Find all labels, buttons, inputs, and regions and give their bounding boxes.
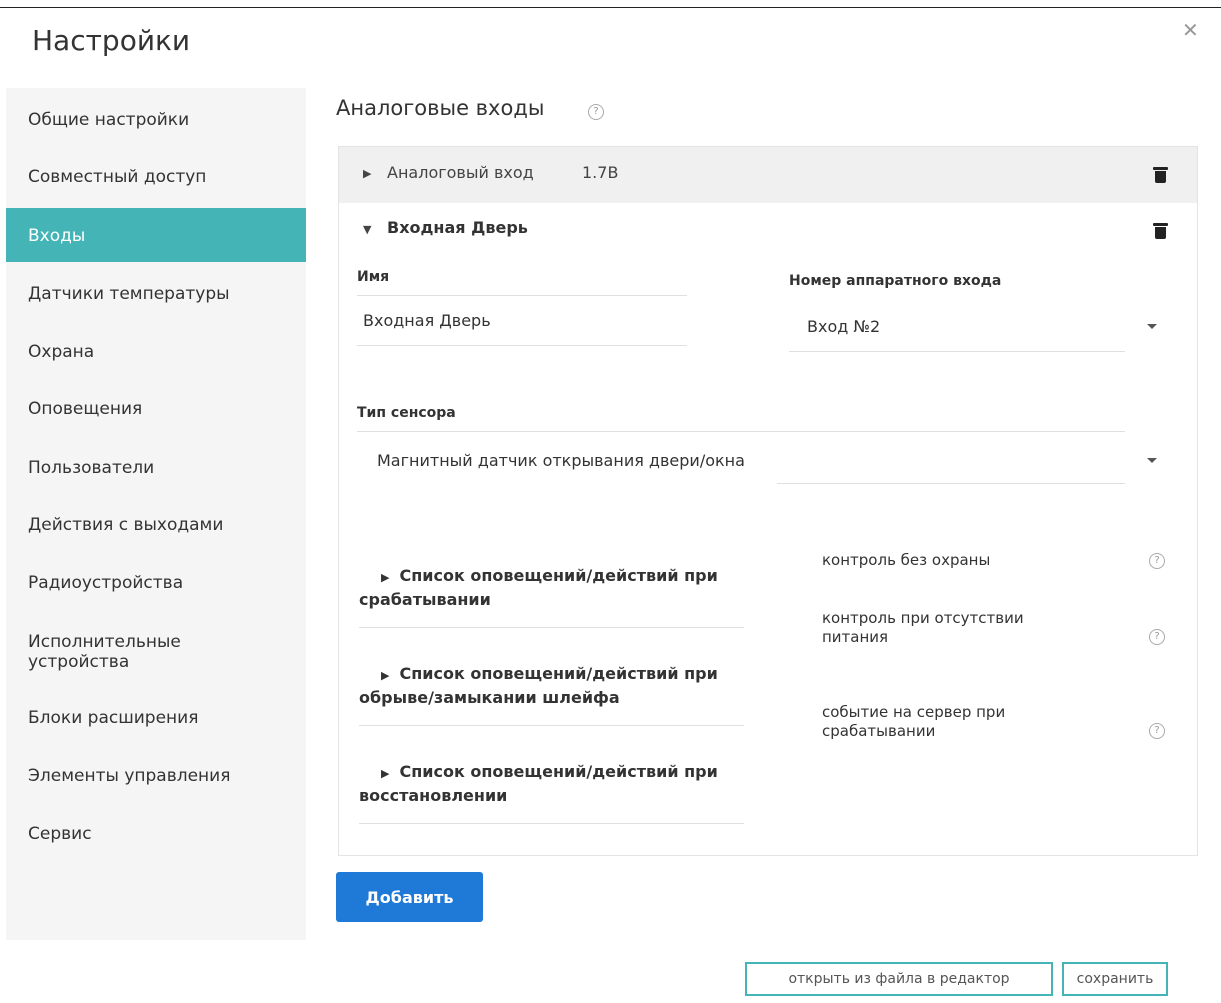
sidebar-item-label: Оповещения	[28, 399, 143, 419]
accordion-divider	[359, 725, 744, 726]
sidebar-item-security[interactable]: Охрана	[6, 324, 306, 378]
accordion-label: Список оповещений/действий при обрыве/за…	[359, 664, 718, 707]
chevron-down-icon[interactable]	[1147, 324, 1157, 329]
sidebar-item-radio-devices[interactable]: Радиоустройства	[6, 555, 306, 609]
sidebar-item-label: Охрана	[28, 342, 95, 362]
close-icon[interactable]: ✕	[1182, 18, 1199, 42]
top-border	[0, 7, 1221, 8]
sidebar-item-label: Действия с выходами	[28, 515, 224, 535]
section-title: Аналоговые входы	[336, 96, 545, 120]
accordion-on-restore[interactable]: ▶ Список оповещений/действий при восстано…	[359, 761, 744, 807]
sensor-field-top-line	[357, 431, 1125, 432]
caret-right-icon: ▶	[381, 571, 390, 584]
sidebar-item-expansion-blocks[interactable]: Блоки расширения	[6, 690, 306, 744]
sidebar-item-controls[interactable]: Элементы управления	[6, 748, 306, 802]
sidebar-item-label: Исполнительные устройства	[28, 632, 181, 672]
name-field-underline	[357, 345, 687, 346]
hw-input-label: Номер аппаратного входа	[789, 273, 1002, 289]
accordion-label: Список оповещений/действий при восстанов…	[359, 762, 718, 805]
sidebar-item-label: Радиоустройства	[28, 573, 184, 593]
accordion-on-break[interactable]: ▶ Список оповещений/действий при обрыве/з…	[359, 663, 744, 709]
input-name-expanded[interactable]: Входная Дверь	[387, 218, 528, 237]
save-button[interactable]: сохранить	[1062, 962, 1168, 996]
sidebar-item-label: Датчики температуры	[28, 284, 230, 304]
input-value: 1.7В	[582, 163, 619, 182]
accordion-divider	[359, 627, 744, 628]
add-button[interactable]: Добавить	[336, 872, 483, 922]
name-field-top-line	[357, 295, 687, 296]
accordion-on-trigger[interactable]: ▶ Список оповещений/действий при срабатыв…	[359, 565, 744, 611]
caret-down-icon[interactable]: ▼	[363, 223, 371, 236]
sensor-type-select[interactable]: Магнитный датчик открывания двери/окна	[377, 451, 745, 470]
sidebar-item-inputs[interactable]: Входы	[6, 208, 306, 262]
sensor-select-underline	[777, 483, 1125, 484]
hw-select-underline	[789, 351, 1125, 352]
sidebar-item-label: Общие настройки	[28, 110, 190, 130]
caret-right-icon: ▶	[363, 167, 372, 180]
accordion-label: Список оповещений/действий при срабатыва…	[359, 566, 718, 609]
input-row-collapsed[interactable]: ▶ Аналоговый вход 1.7В	[339, 147, 1197, 203]
help-icon[interactable]: ?	[1149, 553, 1165, 569]
option-control-power-loss[interactable]: контроль при отсутствии питания	[822, 609, 1062, 647]
sidebar-item-actuators[interactable]: Исполнительные устройства	[6, 618, 306, 672]
sidebar-item-shared-access[interactable]: Совместный доступ	[6, 149, 306, 203]
sidebar-item-label: Входы	[28, 226, 86, 246]
sidebar-item-users[interactable]: Пользователи	[6, 440, 306, 494]
input-name: Аналоговый вход	[387, 163, 534, 182]
caret-right-icon: ▶	[381, 669, 390, 682]
open-file-button[interactable]: открыть из файла в редактор	[745, 962, 1053, 996]
trash-icon[interactable]	[1153, 223, 1168, 239]
option-control-without-guard[interactable]: контроль без охраны	[822, 551, 990, 570]
caret-right-icon: ▶	[381, 767, 390, 780]
sidebar-item-temperature-sensors[interactable]: Датчики температуры	[6, 266, 306, 320]
settings-sidebar: Общие настройки Совместный доступ Входы …	[6, 88, 306, 940]
sidebar-item-label: Сервис	[28, 824, 92, 844]
name-label: Имя	[357, 269, 390, 285]
inputs-panel: ▶ Аналоговый вход 1.7В ▼ Входная Дверь И…	[338, 146, 1198, 856]
sidebar-item-label: Элементы управления	[28, 766, 231, 786]
sensor-type-label: Тип сенсора	[357, 405, 456, 421]
sidebar-item-output-actions[interactable]: Действия с выходами	[6, 497, 306, 551]
dialog-title: Настройки	[32, 24, 191, 57]
help-icon[interactable]: ?	[1149, 629, 1165, 645]
hw-input-select[interactable]: Вход №2	[807, 317, 880, 336]
sidebar-item-notifications[interactable]: Оповещения	[6, 381, 306, 435]
help-icon[interactable]: ?	[1149, 723, 1165, 739]
sidebar-item-label: Пользователи	[28, 458, 155, 478]
sidebar-item-general[interactable]: Общие настройки	[6, 92, 306, 146]
option-server-event[interactable]: событие на сервер при срабатывании	[822, 703, 1062, 741]
sidebar-item-label: Блоки расширения	[28, 708, 199, 728]
name-input[interactable]: Входная Дверь	[363, 311, 491, 330]
sidebar-item-service[interactable]: Сервис	[6, 806, 306, 860]
accordion-divider	[359, 823, 744, 824]
trash-icon[interactable]	[1153, 167, 1168, 183]
help-icon[interactable]: ?	[588, 104, 604, 120]
chevron-down-icon[interactable]	[1147, 458, 1157, 463]
sidebar-item-label: Совместный доступ	[28, 167, 207, 187]
